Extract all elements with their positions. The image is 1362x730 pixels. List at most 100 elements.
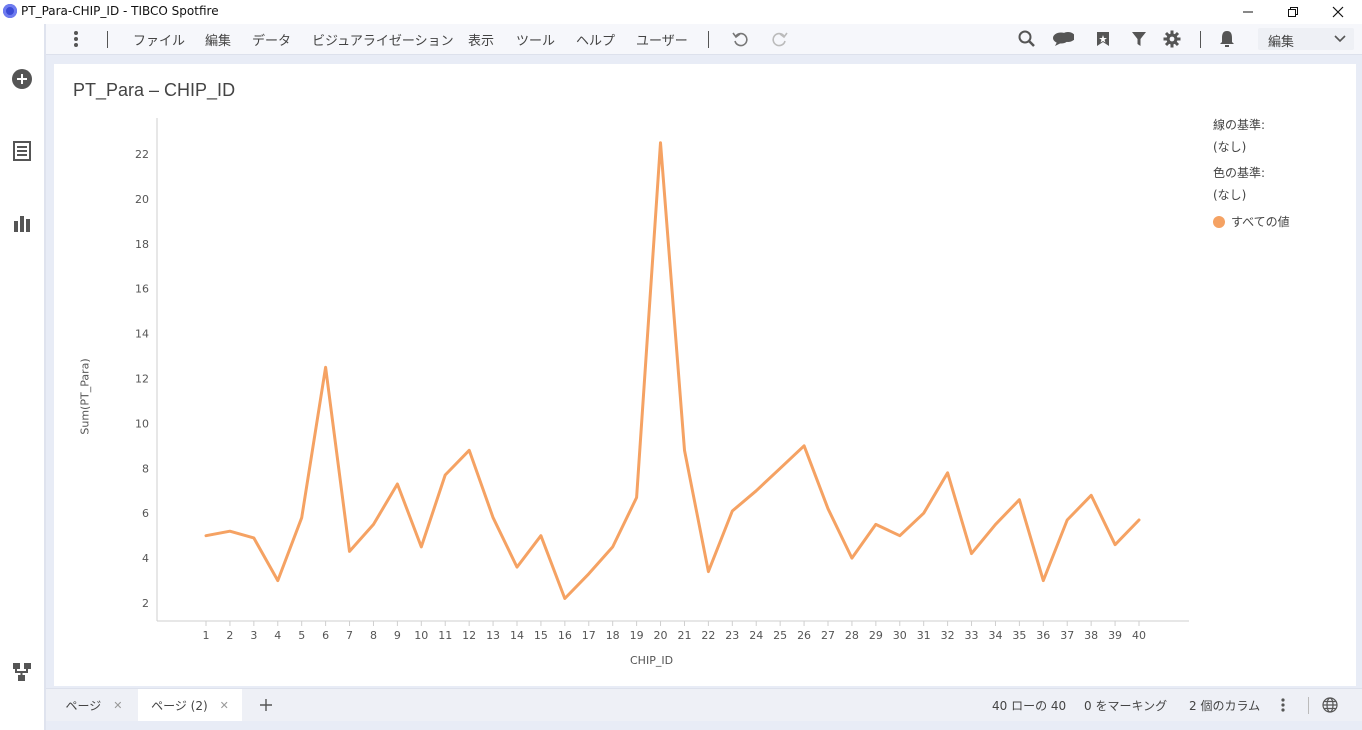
- x-tick-label: 31: [917, 629, 931, 642]
- menu-data[interactable]: データ: [252, 30, 291, 49]
- x-tick-label: 7: [346, 629, 353, 642]
- settings-button[interactable]: [1161, 29, 1183, 49]
- series-line: [204, 141, 1141, 600]
- x-tick-label: 38: [1084, 629, 1098, 642]
- status-more-button[interactable]: [1272, 695, 1294, 715]
- language-button[interactable]: [1319, 695, 1341, 715]
- menu-view[interactable]: 表示: [468, 30, 494, 49]
- gear-icon: [1163, 30, 1181, 48]
- close-window-button[interactable]: [1315, 0, 1361, 24]
- x-tick-label: 1: [203, 629, 210, 642]
- data-panel-button[interactable]: [10, 139, 34, 163]
- minimize-button[interactable]: [1225, 0, 1271, 24]
- y-tick-label: 2: [142, 597, 149, 610]
- menu-edit[interactable]: 編集: [205, 30, 231, 49]
- close-icon: [1332, 6, 1344, 18]
- bell-icon: [1220, 31, 1234, 47]
- legend-color-by-label[interactable]: 色の基準:: [1213, 164, 1265, 181]
- add-data-button[interactable]: [10, 67, 34, 91]
- x-tick-label: 24: [749, 629, 763, 642]
- x-tick-label: 37: [1060, 629, 1074, 642]
- plus-icon: [260, 699, 272, 711]
- page-tab-1[interactable]: ページ ✕: [54, 689, 134, 721]
- search-icon: [1018, 30, 1035, 47]
- restore-icon: [1288, 7, 1298, 17]
- menu-separator: [1200, 31, 1201, 48]
- vertical-dots-icon: [1281, 698, 1285, 712]
- data-flow-icon: [13, 663, 31, 681]
- search-button[interactable]: [1016, 29, 1038, 49]
- page-tab-2[interactable]: ページ (2) ✕: [138, 689, 242, 721]
- x-tick-label: 35: [1012, 629, 1026, 642]
- redo-button[interactable]: [769, 29, 791, 49]
- spotfire-app-icon: [3, 4, 17, 18]
- title-bar: PT_Para-CHIP_ID - TIBCO Spotfire: [0, 0, 1362, 24]
- x-tick-label: 15: [534, 629, 548, 642]
- undo-icon: [732, 32, 748, 47]
- more-menu-button[interactable]: [72, 30, 80, 48]
- x-tick-label: 28: [845, 629, 859, 642]
- x-tick-label: 21: [677, 629, 691, 642]
- x-tick-label: 4: [274, 629, 281, 642]
- x-tick-label: 3: [250, 629, 257, 642]
- legend-series-item[interactable]: すべての値: [1213, 213, 1290, 230]
- y-tick-label: 16: [135, 283, 149, 296]
- legend-series-label: すべての値: [1231, 215, 1290, 229]
- bottom-bar: ページ ✕ ページ (2) ✕ 40 ローの 40 0 をマーキング 2 個のカ…: [46, 688, 1362, 721]
- x-tick-label: 33: [965, 629, 979, 642]
- x-tick-label: 17: [582, 629, 596, 642]
- left-rail: [0, 24, 46, 730]
- x-tick-label: 32: [941, 629, 955, 642]
- visualizations-button[interactable]: [10, 211, 34, 235]
- add-page-button[interactable]: [254, 689, 278, 721]
- legend-line-by-label[interactable]: 線の基準:: [1213, 116, 1265, 133]
- x-tick-label: 9: [394, 629, 401, 642]
- collaboration-button[interactable]: [1052, 29, 1074, 49]
- filters-button[interactable]: [1128, 29, 1150, 49]
- legend-line-by-value[interactable]: (なし): [1213, 138, 1246, 155]
- x-tick-label: 16: [558, 629, 572, 642]
- x-tick-label: 39: [1108, 629, 1122, 642]
- x-tick-label: 26: [797, 629, 811, 642]
- data-flow-button[interactable]: [10, 660, 34, 684]
- legend-color-by-value[interactable]: (なし): [1213, 186, 1246, 203]
- x-tick-label: 36: [1036, 629, 1050, 642]
- x-tick-label: 22: [701, 629, 715, 642]
- restore-button[interactable]: [1270, 0, 1316, 24]
- undo-button[interactable]: [729, 29, 751, 49]
- globe-icon: [1322, 697, 1338, 713]
- x-tick-label: 6: [322, 629, 329, 642]
- menu-visualization[interactable]: ビジュアライゼーション: [312, 30, 454, 49]
- y-tick-label: 20: [135, 193, 149, 206]
- x-tick-label: 27: [821, 629, 835, 642]
- menu-tools[interactable]: ツール: [516, 30, 555, 49]
- close-tab-icon[interactable]: ✕: [220, 699, 229, 712]
- y-tick-label: 8: [142, 462, 149, 475]
- notifications-button[interactable]: [1216, 29, 1238, 49]
- y-tick-label: 6: [142, 507, 149, 520]
- close-tab-icon[interactable]: ✕: [113, 699, 122, 712]
- status-separator: [1308, 697, 1309, 714]
- x-tick-label: 5: [298, 629, 305, 642]
- bookmarks-button[interactable]: [1092, 29, 1114, 49]
- x-tick-label: 14: [510, 629, 524, 642]
- menu-help[interactable]: ヘルプ: [576, 30, 615, 49]
- x-tick-label: 34: [988, 629, 1002, 642]
- x-tick-label: 25: [773, 629, 787, 642]
- bookmark-icon: [1097, 32, 1109, 46]
- menu-user[interactable]: ユーザー: [636, 30, 688, 49]
- filter-icon: [1132, 32, 1146, 46]
- menu-separator: [107, 31, 108, 48]
- line-chart[interactable]: 2468101214161820221 2 3 4 5 6 7 8 9 10 11 12 13 14 15 1…: [54, 64, 1244, 686]
- y-axis-label: Sum(PT_Para): [78, 358, 92, 435]
- menu-bar: ファイル 編集 データ ビジュアライゼーション 表示 ツール ヘルプ ユーザー …: [46, 24, 1362, 55]
- mode-select[interactable]: 編集: [1258, 28, 1354, 50]
- chevron-down-icon: [1334, 35, 1346, 43]
- x-tick-label: 29: [869, 629, 883, 642]
- menu-file[interactable]: ファイル: [133, 30, 185, 49]
- x-tick-label: 2: [226, 629, 233, 642]
- visualization-panel: PT_Para – CHIP_ID 2 4 6 8 10 12 14 16 18 20 22 1 2 3 4…: [54, 64, 1356, 686]
- window-title: PT_Para-CHIP_ID - TIBCO Spotfire: [21, 4, 219, 18]
- x-tick-label: 13: [486, 629, 500, 642]
- page-tab-label: ページ: [65, 698, 102, 713]
